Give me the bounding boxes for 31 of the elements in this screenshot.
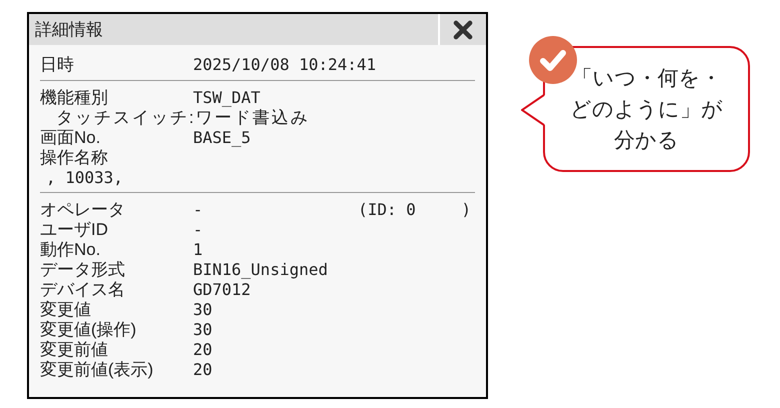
field-value: BASE_5 — [193, 128, 252, 148]
field-value: タッチスイッチ:ワード書込み — [56, 108, 310, 128]
field-value: 30 — [193, 300, 214, 320]
field-value: 20 — [193, 360, 214, 380]
field-note: ) — [461, 200, 472, 220]
field-value: 30 — [193, 320, 214, 340]
field-value: - — [193, 200, 204, 220]
field-value: GD7012 — [193, 280, 252, 300]
field-label: デバイス名 — [40, 280, 126, 300]
field-label: 変更値(操作) — [40, 320, 138, 340]
field-label: 操作名称 — [40, 148, 109, 168]
field-value: BIN16_Unsigned — [193, 260, 329, 280]
field-label: データ形式 — [40, 260, 126, 280]
field-label: 動作No. — [40, 240, 102, 260]
callout-text: 「いつ・何を・ どのように」が 分かる — [570, 66, 723, 154]
field-value: TSW_DAT — [193, 88, 262, 108]
field-value: 2025/10/08 10:24:41 — [193, 55, 376, 75]
field-label: オペレータ — [40, 200, 126, 220]
dialog-title: 詳細情報 — [34, 19, 104, 41]
field-value: 20 — [193, 340, 214, 360]
field-label: 機能種別 — [40, 88, 109, 108]
field-label: 変更前値 — [40, 340, 109, 360]
field-label: ユーザID — [40, 220, 109, 240]
field-label: 画面No. — [40, 128, 102, 148]
field-value: 1 — [193, 240, 204, 260]
field-value: , 10033, — [46, 168, 124, 188]
field-label: 日時 — [40, 55, 75, 75]
field-label: 変更前値(表示) — [40, 360, 154, 380]
field-note: (ID: 0 — [358, 200, 417, 220]
field-label: 変更値 — [40, 300, 92, 320]
field-value: - — [193, 220, 204, 240]
